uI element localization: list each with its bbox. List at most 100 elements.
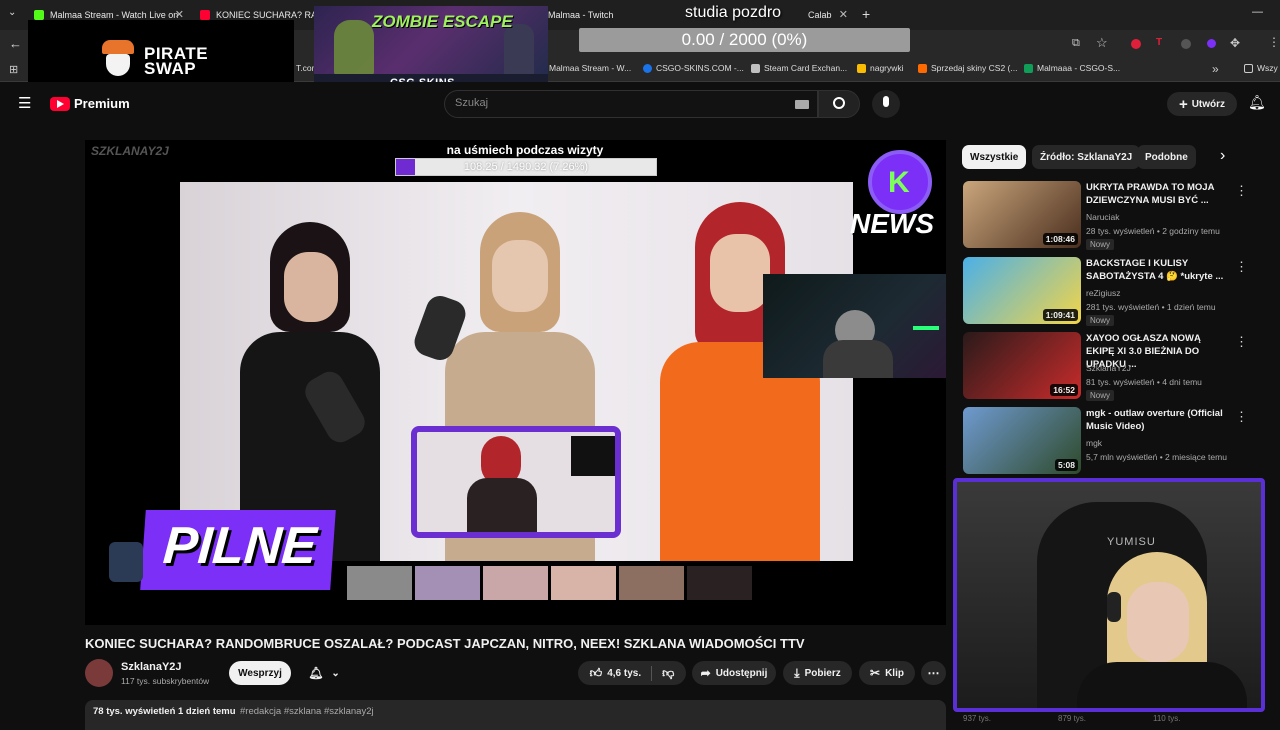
tab-search-icon[interactable]: ⌄ — [8, 7, 16, 18]
channel-name[interactable]: SzklanaY2J — [1086, 363, 1131, 373]
bookmark-folder[interactable]: Wszy — [1244, 63, 1278, 73]
headset-icon — [1107, 592, 1121, 622]
channel-avatar[interactable] — [85, 659, 113, 687]
extension-t-icon[interactable]: T — [1156, 37, 1162, 48]
channel-name[interactable]: Naruciak — [1086, 212, 1120, 222]
seek-thumbnail[interactable] — [483, 566, 548, 600]
like-button[interactable]: 👍︎ 4,6 tys. — [589, 665, 653, 681]
seek-thumbnail[interactable] — [551, 566, 616, 600]
tab-title: Malmaa Stream - Watch Live on — [50, 10, 179, 20]
extensions-puzzle-icon[interactable]: ✥ — [1230, 36, 1240, 50]
apps-grid-icon[interactable]: ⊞ — [9, 63, 18, 76]
video-thumbnail[interactable]: 16:52 — [963, 332, 1081, 399]
seek-thumbnails-strip[interactable] — [345, 564, 755, 602]
hamburger-menu-icon[interactable]: ☰ — [18, 94, 31, 112]
chips-next-icon[interactable]: › — [1220, 147, 1225, 165]
search-icon — [833, 97, 845, 109]
extension-gray-icon[interactable] — [1181, 39, 1191, 49]
recommended-video[interactable]: 5:08 mgk - outlaw overture (Official Mus… — [963, 407, 1253, 475]
clip-label: Klip — [885, 667, 904, 679]
voice-search-button[interactable] — [872, 90, 900, 118]
description-box[interactable]: 78 tys. wyświetleń 1 dzień temu #redakcj… — [85, 700, 946, 730]
tab-title: Calab — [808, 10, 832, 20]
install-icon[interactable]: ⧉ — [1072, 37, 1080, 50]
video-title[interactable]: BACKSTAGE I KULISY SABOTAŻYSTA 4 🤔 *ukry… — [1086, 257, 1226, 283]
drive-icon — [857, 63, 866, 73]
share-icon: ➦ — [700, 666, 711, 680]
channel-name[interactable]: SzklanaY2J — [121, 661, 182, 673]
menu-dots-icon[interactable]: ⋮ — [1268, 35, 1280, 49]
video-thumbnail[interactable]: 1:08:46 — [963, 181, 1081, 248]
youtube-play-icon — [50, 96, 70, 111]
clip-button[interactable]: ✂ Klip — [859, 661, 915, 685]
chip-related[interactable]: Podobne — [1137, 145, 1196, 169]
csgo-skins-icon — [643, 63, 652, 73]
recommended-video[interactable]: 1:08:46 UKRYTA PRAWDA TO MOJA DZIEWCZYNA… — [963, 181, 1253, 250]
folder-icon — [1244, 63, 1253, 73]
video-duration: 1:08:46 — [1042, 233, 1078, 245]
streamer-webcam: YUMISU — [953, 478, 1265, 712]
bookmark-item[interactable]: Sprzedaj skiny CS2 (... — [918, 63, 1017, 73]
keyboard-icon[interactable] — [795, 100, 809, 109]
video-title[interactable]: UKRYTA PRAWDA TO MOJA DZIEWCZYNA MUSI BY… — [1086, 181, 1226, 207]
youtube-header: ☰ Premium Szukaj + Utwórz 🔔︎ — [0, 82, 1280, 128]
search-box[interactable]: Szukaj — [444, 90, 818, 118]
back-icon[interactable]: ← — [9, 36, 22, 51]
seek-thumbnail[interactable] — [687, 566, 752, 600]
search-button[interactable] — [818, 90, 860, 118]
new-badge: Nowy — [1086, 315, 1115, 326]
video-player[interactable]: na uśmiech podczas wizyty 108.25 / 1490.… — [85, 140, 946, 625]
video-title[interactable]: mgk - outlaw overture (Official Music Vi… — [1086, 407, 1226, 433]
video-thumbnail[interactable]: 1:09:41 — [963, 257, 1081, 324]
video-meta: 81 tys. wyświetleń • 4 dni temu — [1086, 377, 1202, 387]
new-tab-button[interactable]: + — [862, 6, 870, 22]
youtube-logo[interactable]: Premium — [50, 96, 130, 111]
new-badge: Nowy — [1086, 390, 1115, 401]
channel-name[interactable]: mgk — [1086, 438, 1102, 448]
notifications-bell-icon[interactable]: 🔔︎ — [1248, 94, 1266, 111]
more-options-icon[interactable]: ⋮ — [1235, 259, 1248, 275]
bookmark-item[interactable]: Malmaaa - CSGO-S... — [1024, 63, 1120, 73]
more-options-icon[interactable]: ⋮ — [1235, 183, 1248, 199]
bookmark-item[interactable]: nagrywki — [857, 63, 904, 73]
donation-goal-text: 0.00 / 2000 (0%) — [681, 30, 808, 49]
youtube-premium-label: Premium — [74, 96, 130, 111]
video-thumbnail[interactable]: 5:08 — [963, 407, 1081, 474]
news-label: NEWS — [850, 208, 934, 239]
more-actions-button[interactable]: ⋯ — [921, 661, 946, 685]
more-options-icon[interactable]: ⋮ — [1235, 409, 1248, 425]
share-button[interactable]: ➦ Udostępnij — [692, 661, 776, 685]
bookmark-item[interactable]: Steam Card Exchan... — [751, 63, 847, 73]
recommended-video[interactable]: 16:52 XAYOO OGŁASZA NOWĄ EKIPĘ XI 3.0 BI… — [963, 332, 1253, 401]
extension-purple-icon[interactable] — [1207, 39, 1216, 48]
thumbs-down-icon[interactable]: 👎︎ — [662, 666, 674, 681]
cutoff-count: 937 tys. — [963, 714, 992, 723]
chip-source[interactable]: Źródło: SzklanaY2J — [1032, 145, 1141, 169]
minimize-button[interactable]: — — [1252, 6, 1263, 18]
search-input[interactable]: Szukaj — [455, 97, 488, 109]
notifications-dropdown[interactable]: 🔔︎ ⌄ — [297, 661, 351, 685]
video-meta: 28 tys. wyświetleń • 2 godziny temu — [1086, 226, 1220, 236]
more-options-icon[interactable]: ⋮ — [1235, 334, 1248, 350]
thumbs-up-icon: 👍︎ — [589, 665, 603, 680]
channel-name[interactable]: reZigiusz — [1086, 288, 1120, 298]
more-bookmarks-icon[interactable]: » — [1212, 62, 1219, 76]
cutoff-count: 879 tys. — [1058, 714, 1087, 723]
seek-thumbnail[interactable] — [415, 566, 480, 600]
hashtags[interactable]: #redakcja #szklana #szklanay2j — [240, 706, 374, 717]
subscriber-count: 117 tys. subskrybentów — [121, 676, 210, 686]
tab-calab[interactable]: Calab ✕ — [808, 4, 848, 26]
bookmark-item[interactable]: CSGO-SKINS.COM -... — [643, 63, 744, 73]
bookmark-star-icon[interactable]: ☆ — [1096, 35, 1108, 51]
bookmark-item[interactable]: Malmaa Stream - W... — [549, 63, 631, 73]
create-button[interactable]: + Utwórz — [1167, 92, 1237, 116]
seek-thumbnail[interactable] — [619, 566, 684, 600]
seek-thumbnail[interactable] — [347, 566, 412, 600]
tab-twitch[interactable]: Malmaa - Twitch — [548, 4, 668, 26]
recommended-video[interactable]: 1:09:41 BACKSTAGE I KULISY SABOTAŻYSTA 4… — [963, 257, 1253, 326]
support-button[interactable]: Wesprzyj — [229, 661, 291, 685]
chip-all[interactable]: Wszystkie — [962, 145, 1027, 169]
extension-opera-icon[interactable] — [1131, 39, 1141, 49]
close-tab-icon[interactable]: ✕ — [839, 8, 848, 21]
download-button[interactable]: ⤓ Pobierz — [783, 661, 852, 685]
